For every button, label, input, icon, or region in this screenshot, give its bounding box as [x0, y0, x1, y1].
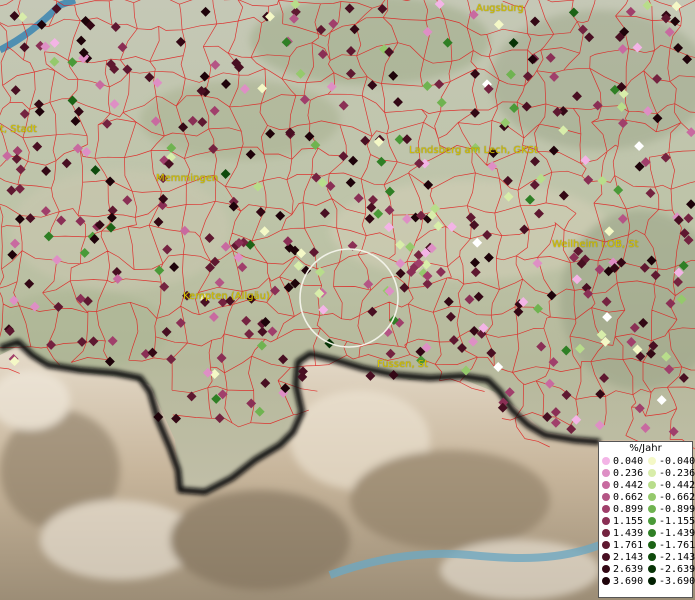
city-label-fussen: Füssen, St	[377, 359, 429, 370]
legend-swatch	[602, 553, 610, 561]
legend-row: 2.639 -2.639	[599, 563, 695, 575]
legend-label: -2.143	[659, 551, 695, 563]
legend-swatch	[602, 493, 610, 501]
legend-entry-positive: 0.236	[599, 468, 645, 479]
legend-entry-negative: -1.439	[645, 527, 695, 539]
legend-entry-positive: 0.040	[599, 456, 645, 467]
legend-entry-positive: 2.143	[599, 552, 645, 563]
legend-label: 1.155	[613, 515, 644, 527]
city-label-augsburg: Augsburg	[476, 3, 524, 14]
city-label-kempten: Kempten (Allgäu)	[183, 291, 270, 302]
map-legend: %/Jahr 0.040 -0.040 0.236 -0.236 0.442 -0.442…	[598, 441, 695, 598]
city-label-weilheim: Weilheim i.OB, St	[552, 239, 639, 250]
legend-row: 1.761 -1.761	[599, 539, 695, 551]
legend-swatch	[648, 505, 656, 513]
legend-entry-negative: -0.899	[645, 503, 695, 515]
legend-row: 0.442 -0.442	[599, 479, 695, 491]
city-label-edge: t, Stadt	[0, 124, 37, 135]
legend-entry-negative: -2.143	[645, 551, 695, 563]
legend-label: -1.155	[659, 515, 695, 527]
legend-label: 3.690	[613, 575, 644, 587]
legend-swatch	[602, 529, 610, 537]
legend-label: 2.639	[613, 563, 644, 575]
legend-swatch	[648, 481, 656, 489]
legend-entry-positive: 3.690	[599, 576, 645, 587]
legend-swatch	[648, 469, 656, 477]
city-label-landsberg: Landsberg am Lech, GKSt	[409, 145, 538, 156]
legend-swatch	[602, 565, 610, 573]
legend-label: 2.143	[613, 551, 644, 563]
legend-label: -0.236	[659, 467, 695, 479]
legend-row: 1.155 -1.155	[599, 515, 695, 527]
legend-entry-negative: -1.155	[645, 515, 695, 527]
legend-swatch	[602, 505, 610, 513]
legend-row: 0.236 -0.236	[599, 467, 695, 479]
legend-entry-negative: -3.690	[645, 575, 695, 587]
legend-label: 0.236	[613, 467, 644, 479]
legend-label: -0.899	[659, 503, 695, 515]
legend-row: 1.439 -1.439	[599, 527, 695, 539]
legend-label: 0.899	[613, 503, 644, 515]
legend-row: 0.662 -0.662	[599, 491, 695, 503]
legend-label: 0.442	[613, 479, 644, 491]
legend-entry-negative: -1.761	[645, 539, 695, 551]
legend-label: -0.662	[659, 491, 695, 503]
legend-entry-negative: -0.236	[645, 467, 695, 479]
legend-entry-positive: 1.761	[599, 540, 645, 551]
legend-entry-negative: -0.040	[645, 455, 695, 467]
legend-label: 1.761	[613, 539, 644, 551]
legend-label: -3.690	[659, 575, 695, 587]
city-label-memmingen: Memmingen	[156, 173, 219, 184]
legend-swatch	[648, 517, 656, 525]
legend-swatch	[648, 457, 656, 465]
legend-row: 3.690 -3.690	[599, 575, 695, 587]
legend-swatch	[602, 517, 610, 525]
legend-entry-positive: 2.639	[599, 564, 645, 575]
legend-swatch	[648, 493, 656, 501]
legend-swatch	[602, 457, 610, 465]
legend-rows: 0.040 -0.040 0.236 -0.236 0.442 -0.442 0.662 -0…	[599, 455, 695, 587]
legend-swatch	[648, 553, 656, 561]
legend-entry-positive: 1.439	[599, 528, 645, 539]
legend-label: 0.040	[613, 455, 644, 467]
legend-row: 2.143 -2.143	[599, 551, 695, 563]
legend-swatch	[602, 481, 610, 489]
legend-entry-positive: 0.662	[599, 492, 645, 503]
legend-entry-negative: -0.662	[645, 491, 695, 503]
legend-entry-positive: 0.899	[599, 504, 645, 515]
legend-label: -1.439	[659, 527, 695, 539]
legend-swatch	[648, 577, 656, 585]
legend-label: 1.439	[613, 527, 644, 539]
relief-map[interactable]	[0, 0, 695, 600]
legend-label: -1.761	[659, 539, 695, 551]
legend-row: 0.899 -0.899	[599, 503, 695, 515]
legend-entry-negative: -2.639	[645, 563, 695, 575]
legend-swatch	[602, 541, 610, 549]
legend-entry-positive: 1.155	[599, 516, 645, 527]
legend-swatch	[648, 565, 656, 573]
legend-label: -0.040	[659, 455, 695, 467]
legend-label: -2.639	[659, 563, 695, 575]
legend-row: 0.040 -0.040	[599, 455, 695, 467]
legend-swatch	[648, 541, 656, 549]
legend-entry-positive: 0.442	[599, 480, 645, 491]
legend-swatch	[602, 469, 610, 477]
legend-swatch	[602, 577, 610, 585]
legend-title: %/Jahr	[629, 443, 662, 454]
legend-swatch	[648, 529, 656, 537]
legend-label: 0.662	[613, 491, 644, 503]
legend-label: -0.442	[659, 479, 695, 491]
legend-entry-negative: -0.442	[645, 479, 695, 491]
